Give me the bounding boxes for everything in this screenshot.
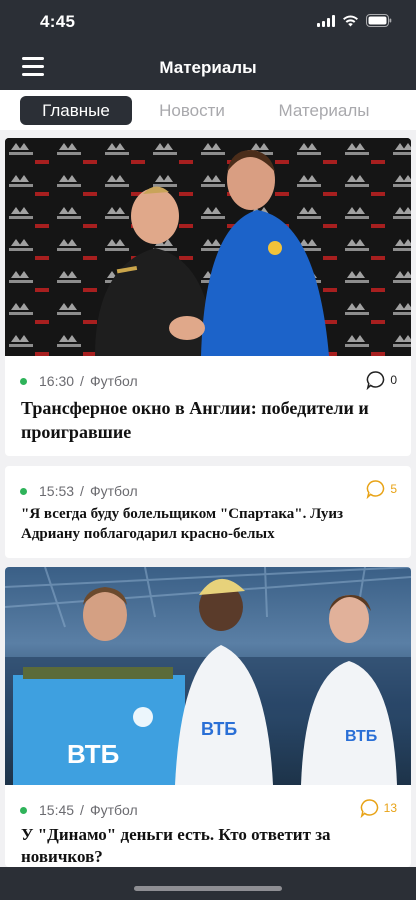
signal-icon bbox=[317, 14, 335, 27]
article-card[interactable]: ВТБ ВТБ ВТБ 15:45 / Футбол 13 У "Динамо"… bbox=[5, 567, 411, 867]
battery-icon bbox=[366, 14, 392, 27]
meta-separator: / bbox=[80, 373, 84, 389]
comments-counter[interactable]: 0 bbox=[366, 370, 397, 390]
article-category: Футбол bbox=[89, 373, 138, 389]
wifi-icon bbox=[342, 15, 359, 27]
tab-materials[interactable]: Материалы bbox=[266, 96, 382, 125]
comment-count: 5 bbox=[390, 482, 397, 496]
meta-separator: / bbox=[80, 802, 84, 818]
comment-count: 13 bbox=[383, 801, 397, 815]
article-category: Футбол bbox=[89, 483, 138, 499]
comment-bubble-icon bbox=[366, 371, 385, 390]
status-time: 4:45 bbox=[40, 12, 76, 31]
comment-count: 0 bbox=[390, 373, 397, 387]
svg-text:ВТБ: ВТБ bbox=[345, 728, 377, 745]
article-meta: 15:53 / Футбол bbox=[20, 483, 138, 499]
article-title: "Я всегда буду болельщиком "Спартака". Л… bbox=[21, 506, 344, 542]
home-indicator[interactable] bbox=[134, 886, 282, 891]
article-category: Футбол bbox=[89, 802, 138, 818]
article-image bbox=[5, 138, 411, 356]
meta-separator: / bbox=[80, 483, 84, 499]
article-title: У "Динамо" деньги есть. Кто ответит за н… bbox=[21, 825, 331, 866]
article-meta: 16:30 / Футбол bbox=[20, 373, 138, 389]
live-dot-icon bbox=[20, 377, 27, 385]
tab-news[interactable]: Новости bbox=[146, 96, 238, 125]
status-bar: 4:45 bbox=[0, 0, 416, 44]
article-time: 15:45 bbox=[39, 802, 75, 818]
live-dot-icon bbox=[20, 806, 27, 814]
article-time: 15:53 bbox=[39, 483, 75, 499]
segmented-tabs: Главные Новости Материалы bbox=[0, 90, 416, 130]
live-dot-icon bbox=[20, 487, 27, 495]
comment-bubble-icon bbox=[366, 480, 385, 499]
article-card[interactable]: 16:30 / Футбол 0 Трансферное окно в Англ… bbox=[5, 138, 411, 456]
comments-counter[interactable]: 13 bbox=[360, 798, 397, 818]
article-meta: 15:45 / Футбол bbox=[20, 802, 138, 818]
article-card[interactable]: 15:53 / Футбол 5 "Я всегда буду болельщи… bbox=[5, 466, 411, 558]
page-title: Материалы bbox=[159, 58, 257, 77]
comment-bubble-icon bbox=[360, 799, 378, 818]
tab-main[interactable]: Главные bbox=[20, 96, 132, 125]
home-indicator-bar bbox=[0, 867, 416, 900]
svg-text:ВТБ: ВТБ bbox=[67, 739, 119, 769]
navigation-bar: Материалы bbox=[0, 44, 416, 90]
article-time: 16:30 bbox=[39, 373, 75, 389]
article-image: ВТБ ВТБ ВТБ bbox=[5, 567, 411, 785]
article-title: Трансферное окно в Англии: победители и … bbox=[21, 398, 369, 442]
status-icons bbox=[317, 14, 392, 27]
comments-counter[interactable]: 5 bbox=[366, 479, 397, 499]
main-content[interactable]: Главные Новости Материалы 16:30 / Футбол… bbox=[0, 90, 416, 867]
svg-text:ВТБ: ВТБ bbox=[201, 719, 237, 739]
